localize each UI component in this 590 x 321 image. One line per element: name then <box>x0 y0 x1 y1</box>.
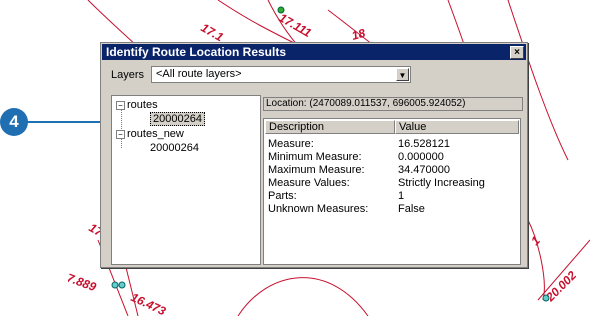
map-label: 1 <box>528 233 543 248</box>
table-row: Measure Values: Strictly Increasing <box>264 177 520 190</box>
layers-dropdown-value: <All route layers> <box>156 68 242 80</box>
cell-value: 0.000000 <box>398 151 444 163</box>
cell-value: Strictly Increasing <box>398 177 485 189</box>
location-readout: Location: (2470089.011537, 696005.924052… <box>263 97 523 111</box>
cell-description: Measure: <box>268 138 314 150</box>
map-label: 17.111 <box>277 10 315 40</box>
map-label: 16.473 <box>129 290 168 316</box>
tree-item-label: 20000264 <box>150 142 199 154</box>
results-table: Description Value Measure: 16.528121 Min… <box>263 118 521 265</box>
tree-item-label: 20000264 <box>150 112 205 126</box>
cell-description: Minimum Measure: <box>268 151 362 163</box>
map-label: 18 <box>350 26 367 43</box>
cell-description: Parts: <box>268 190 297 202</box>
layers-dropdown[interactable]: <All route layers> ▼ <box>151 66 411 83</box>
cell-description: Maximum Measure: <box>268 164 365 176</box>
tree-item-routes-new[interactable]: − routes_new <box>116 128 184 140</box>
tree-connector <box>121 138 122 148</box>
tree-item-routes[interactable]: − routes <box>116 99 158 111</box>
results-tree: − routes 20000264 − routes_new 20000264 <box>111 95 261 265</box>
cell-value: 1 <box>398 190 405 202</box>
table-row: Parts: 1 <box>264 190 520 203</box>
cell-description: Measure Values: <box>268 177 350 189</box>
table-row: Unknown Measures: False <box>264 203 520 216</box>
cell-value: 16.528121 <box>398 138 450 150</box>
map-label: 17.1 <box>199 20 227 44</box>
close-icon[interactable]: × <box>510 46 524 59</box>
cell-description: Unknown Measures: <box>268 203 369 215</box>
map-label: 7.889 <box>68 271 98 295</box>
dialog-title: Identify Route Location Results <box>106 45 287 59</box>
tree-item-label: routes <box>127 99 158 111</box>
step-callout-badge: 4 <box>0 108 28 136</box>
table-row: Maximum Measure: 34.470000 <box>264 164 520 177</box>
table-row: Minimum Measure: 0.000000 <box>264 151 520 164</box>
cell-value: False <box>398 203 425 215</box>
tree-item-label: routes_new <box>127 128 184 140</box>
layers-label: Layers <box>111 69 145 81</box>
cell-value: 34.470000 <box>398 164 450 176</box>
dialog-titlebar[interactable]: Identify Route Location Results × <box>102 44 526 60</box>
tree-item-child[interactable]: 20000264 <box>150 142 199 154</box>
identify-route-dialog: Identify Route Location Results × Layers… <box>100 42 528 268</box>
column-header-description[interactable]: Description <box>265 120 395 134</box>
route-line <box>237 277 369 317</box>
column-header-value[interactable]: Value <box>395 120 519 134</box>
table-row: Measure: 16.528121 <box>264 138 520 151</box>
tree-item-child[interactable]: 20000264 <box>150 112 205 126</box>
route-point <box>111 281 119 289</box>
chevron-down-icon[interactable]: ▼ <box>396 68 409 81</box>
route-point <box>118 281 126 289</box>
